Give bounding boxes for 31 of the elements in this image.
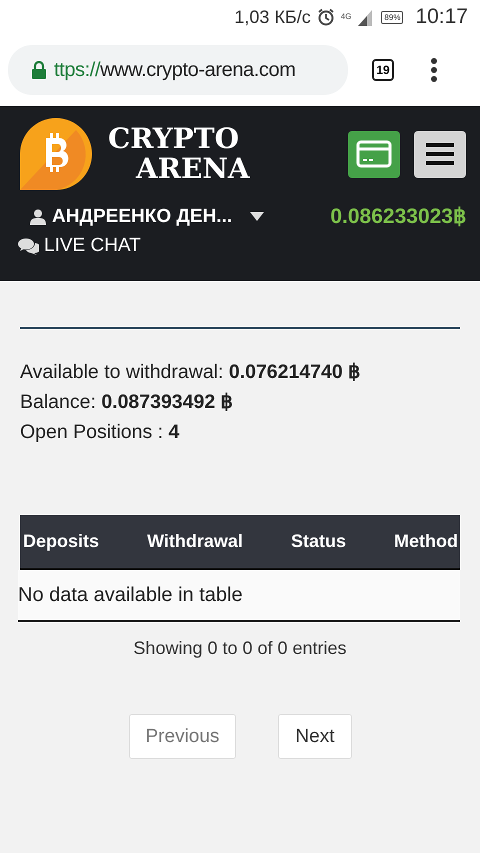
column-header: Deposits (23, 531, 100, 552)
menu-button[interactable] (414, 130, 466, 178)
summary-line: Balance: 0.087393492 ฿ (20, 390, 235, 415)
next-page-button[interactable]: Next (278, 714, 352, 759)
overflow-menu-icon[interactable] (430, 58, 438, 82)
column-header: Method (394, 531, 458, 552)
column-header: Status (290, 531, 346, 552)
battery-icon: 89% (381, 10, 404, 24)
credit-card-icon (356, 140, 392, 168)
alarm-icon (316, 8, 335, 26)
balance-amount: 0.086233023฿ (330, 204, 466, 229)
column-header: Withdrawal (147, 531, 243, 552)
network-type: 4G (340, 13, 352, 21)
user-icon (30, 208, 46, 224)
live-chat-link[interactable]: LIVE CHAT (18, 235, 466, 257)
bitcoin-logo-icon (18, 116, 94, 192)
summary-line: Available to withdrawal: 0.076214740 ฿ (20, 360, 362, 385)
caret-icon (250, 212, 264, 221)
site-logo-text: CRYPTO ARENA (108, 124, 250, 184)
tab-count-button[interactable]: 19 (372, 59, 394, 81)
menu-icon (425, 142, 455, 166)
clock: 10:17 (415, 5, 468, 29)
empty-table-message: No data available in table (18, 584, 243, 606)
user-dropdown[interactable]: АНДРЕЕНКО ДЕН... (30, 206, 264, 228)
chat-icon (18, 238, 39, 254)
wallet-button[interactable] (348, 130, 400, 178)
network-speed: 1,03 КБ/с (234, 6, 311, 28)
summary-line: Open Positions : 4 (20, 420, 180, 445)
address-bar[interactable]: ttps://www.crypto-arena.com (8, 45, 348, 95)
entries-info: Showing 0 to 0 of 0 entries (132, 638, 348, 659)
url-text: ttps://www.crypto-arena.com (54, 58, 296, 82)
